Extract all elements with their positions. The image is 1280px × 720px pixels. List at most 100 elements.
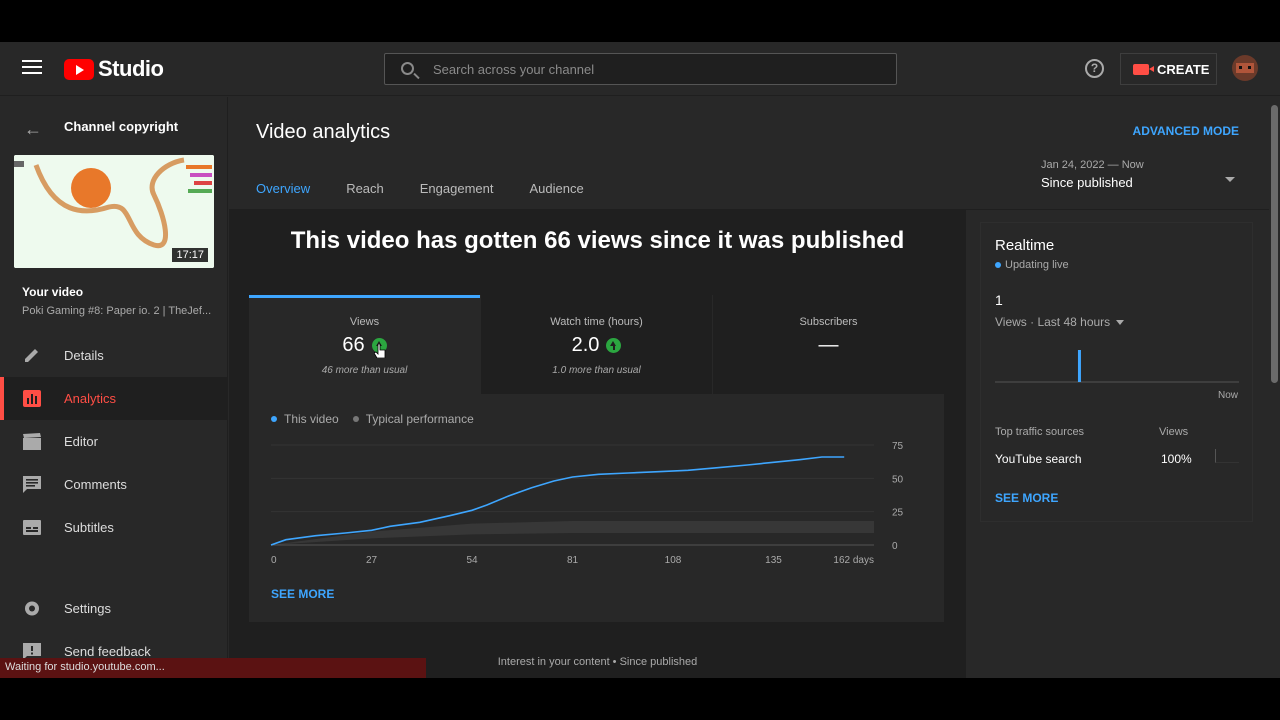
video-title[interactable]: Poki Gaming #8: Paper io. 2 | TheJef... <box>22 305 212 317</box>
traffic-source-name: YouTube search <box>995 452 1082 466</box>
search-input[interactable] <box>433 54 883 84</box>
views-line-chart: 0 25 50 75 0 27 54 81 108 135 162 days <box>270 441 904 566</box>
tab-audience[interactable]: Audience <box>530 181 584 212</box>
legend-dot <box>352 416 359 422</box>
avatar[interactable] <box>1232 55 1258 81</box>
y-tick-label: 75 <box>892 441 904 452</box>
metric-subscribers[interactable]: Subscribers — <box>713 295 944 394</box>
help-icon[interactable]: ? <box>1085 59 1104 78</box>
browser-status-bar: Waiting for studio.youtube.com... <box>0 658 426 678</box>
chevron-down-icon <box>1225 177 1235 182</box>
date-range-label: Since published <box>1041 175 1133 190</box>
metric-label: Subscribers <box>799 316 858 328</box>
subtitles-icon <box>23 520 41 535</box>
sidebar-item-details[interactable]: Details <box>0 334 227 377</box>
sidebar: ← Channel copyright 17:17 Your video Pok… <box>0 97 228 678</box>
traffic-source-percent: 100% <box>1161 452 1192 466</box>
metric-subtext: 1.0 more than usual <box>552 365 641 376</box>
sidebar-item-settings[interactable]: Settings <box>0 587 227 630</box>
search-box[interactable] <box>384 53 897 85</box>
back-arrow-icon[interactable]: ← <box>24 119 42 140</box>
sidebar-item-label: Details <box>64 348 104 363</box>
sidebar-item-label: Send feedback <box>64 644 151 659</box>
video-thumbnail[interactable]: 17:17 <box>14 155 214 268</box>
live-dot-icon <box>995 262 1001 268</box>
tab-engagement[interactable]: Engagement <box>420 181 494 212</box>
realtime-now-label: Now <box>1217 390 1238 401</box>
live-status: Updating live <box>995 259 1069 271</box>
logo-text: Studio <box>98 56 164 81</box>
traffic-views-header: Views <box>1159 426 1189 438</box>
realtime-see-more-button[interactable]: SEE MORE <box>995 491 1058 505</box>
create-label: CREATE <box>1157 61 1210 77</box>
traffic-source-bar <box>1215 449 1239 463</box>
live-status-label: Updating live <box>1005 259 1069 271</box>
legend-label: Typical performance <box>365 412 474 426</box>
scrollbar-thumb[interactable] <box>1271 105 1278 383</box>
hand-cursor-icon <box>374 344 386 358</box>
metric-watch-time[interactable]: Watch time (hours) 2.0 1.0 more than usu… <box>481 295 712 394</box>
date-range-picker[interactable]: Jan 24, 2022 — Now Since published <box>1041 159 1241 199</box>
sidebar-item-editor[interactable]: Editor <box>0 420 227 463</box>
search-icon[interactable] <box>401 62 414 75</box>
y-tick-label: 25 <box>892 508 904 519</box>
traffic-sources-header: Top traffic sources <box>995 426 1085 438</box>
realtime-title: Realtime <box>995 237 1055 254</box>
y-tick-label: 0 <box>892 541 898 552</box>
tab-overview[interactable]: Overview <box>256 181 311 212</box>
realtime-metric-label: Views · Last 48 hours <box>995 315 1111 329</box>
realtime-value: 1 <box>995 292 1003 308</box>
chevron-down-icon <box>1116 319 1125 325</box>
realtime-bar-chart <box>995 350 1239 383</box>
tab-reach[interactable]: Reach <box>346 181 384 212</box>
app-window: Studio ? CREATE ← Channel copyright <box>0 42 1280 678</box>
x-tick-label: 162 days <box>833 555 874 566</box>
legend-typical[interactable]: Typical performance <box>352 412 474 426</box>
page-title: Video analytics <box>256 121 391 143</box>
tab-bar: Overview Reach Engagement Audience <box>256 181 620 212</box>
your-video-label: Your video <box>22 285 84 299</box>
pencil-icon <box>25 349 38 362</box>
see-more-button[interactable]: SEE MORE <box>271 587 334 601</box>
realtime-metric-dropdown[interactable]: Views · Last 48 hours <box>995 315 1125 329</box>
legend-this-video[interactable]: This video <box>271 412 339 426</box>
x-tick-label: 135 <box>765 555 782 566</box>
metric-value: — <box>818 334 839 356</box>
metrics-card: Views 66 46 more than usual Watch time (… <box>249 295 944 622</box>
sidebar-item-comments[interactable]: Comments <box>0 463 227 506</box>
realtime-bar <box>1077 350 1081 382</box>
sidebar-item-label: Subtitles <box>64 520 114 535</box>
x-tick-label: 54 <box>466 555 478 566</box>
chart-legend: This video Typical performance <box>271 412 488 426</box>
gear-icon <box>25 601 39 616</box>
comment-icon <box>23 476 41 493</box>
metric-value: 66 <box>342 334 365 356</box>
video-camera-icon <box>1133 63 1154 75</box>
metric-label: Watch time (hours) <box>550 316 643 328</box>
sidebar-item-label: Analytics <box>64 391 117 406</box>
sidebar-item-analytics[interactable]: Analytics <box>0 377 227 420</box>
views-headline: This video has gotten 66 views since it … <box>290 227 905 254</box>
scrollbar[interactable] <box>1269 97 1280 678</box>
advanced-mode-button[interactable]: ADVANCED MODE <box>1133 124 1239 138</box>
sidebar-item-label: Editor <box>64 434 98 449</box>
legend-dot <box>271 416 277 422</box>
sidebar-item-subtitles[interactable]: Subtitles <box>0 506 227 549</box>
legend-label: This video <box>284 412 339 426</box>
metric-subtext: 46 more than usual <box>321 365 408 376</box>
analytics-icon <box>23 390 41 407</box>
metric-views[interactable]: Views 66 46 more than usual <box>249 295 480 394</box>
create-button[interactable]: CREATE <box>1120 53 1217 85</box>
channel-title: Channel copyright <box>64 119 179 134</box>
studio-logo[interactable]: Studio <box>64 56 164 82</box>
realtime-card: Realtime Updating live 1 Views · Last 48… <box>980 222 1253 522</box>
menu-icon[interactable] <box>22 60 42 76</box>
x-tick-label: 81 <box>567 555 579 566</box>
clapperboard-icon <box>23 433 41 450</box>
metric-label: Views <box>349 316 380 328</box>
metric-value: 2.0 <box>571 334 600 356</box>
typical-performance-band <box>271 521 874 545</box>
y-tick-label: 50 <box>892 474 904 485</box>
main-content: Video analytics ADVANCED MODE Jan 24, 20… <box>229 97 1269 678</box>
arrow-up-icon <box>606 338 622 353</box>
